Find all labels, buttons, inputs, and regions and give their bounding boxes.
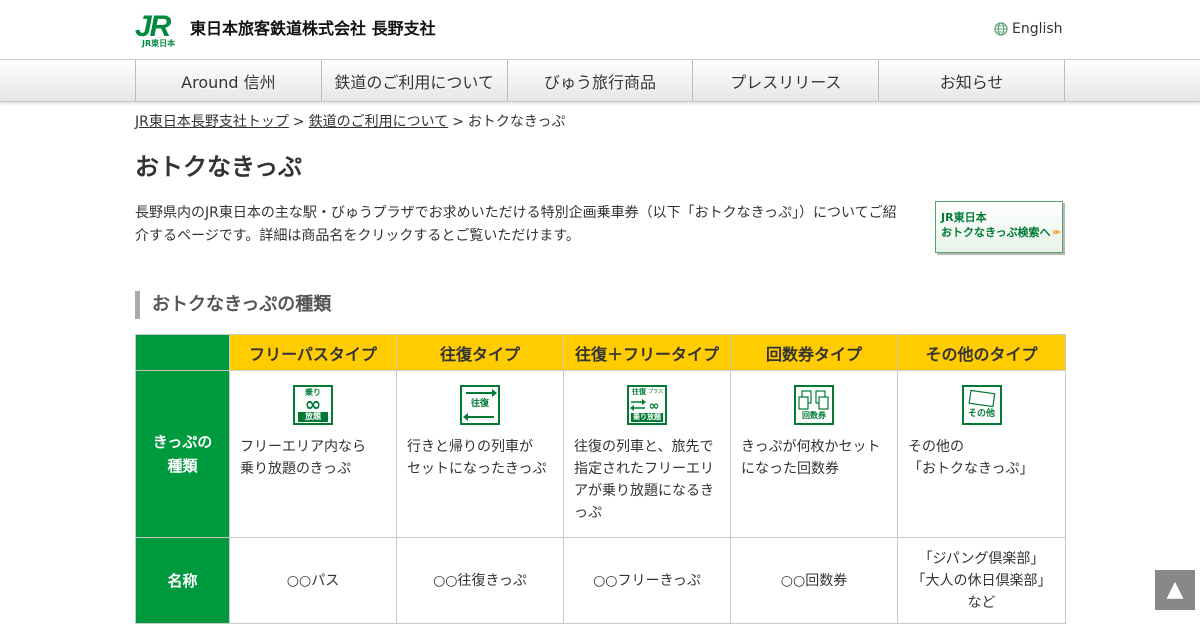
other-desc-line2: 「おトクなきっぷ」 bbox=[908, 461, 1034, 477]
page-top-button[interactable]: ▲ bbox=[1155, 570, 1195, 610]
col-header-other: その他のタイプ bbox=[897, 334, 1066, 371]
jr-logo[interactable]: JR JR東日本 bbox=[135, 10, 183, 49]
free-pass-icon-text-bottom: 放題 bbox=[298, 412, 328, 422]
type-cell-other: その他 その他の 「おトクなきっぷ」 bbox=[897, 370, 1066, 538]
nav-item-around-shinshu[interactable]: Around 信州 bbox=[136, 60, 322, 101]
jr-logo-subtext: JR東日本 bbox=[142, 39, 176, 48]
coupon-ticket-icon: 回数券 bbox=[794, 385, 834, 425]
row-header-type-line1: きっぷの bbox=[152, 433, 213, 451]
round-trip-desc-line1: 行きと帰りの列車が bbox=[407, 439, 533, 455]
col-header-free-pass: フリーパスタイプ bbox=[229, 334, 397, 371]
round-trip-free-desc-line1: 往復の列車と、旅先で bbox=[574, 439, 714, 455]
english-language-link[interactable]: English bbox=[994, 20, 1063, 38]
breadcrumb-link-top[interactable]: JR東日本長野支社トップ bbox=[135, 114, 289, 130]
arrow-left-icon bbox=[463, 413, 494, 421]
row-header-ticket-type: きっぷの 種類 bbox=[135, 370, 230, 538]
coupon-icon-text: 回数券 bbox=[802, 411, 826, 420]
svg-text:∞: ∞ bbox=[649, 399, 660, 412]
other-name-line3: など bbox=[967, 594, 996, 611]
global-nav: Around 信州 鉄道のご利用について びゅう旅行商品 プレスリリース お知ら… bbox=[0, 59, 1200, 102]
round-trip-free-desc-line4: っぷ bbox=[574, 505, 602, 521]
nav-item-railway-usage[interactable]: 鉄道のご利用について bbox=[322, 60, 508, 101]
english-label: English bbox=[1012, 21, 1063, 37]
breadcrumb: JR東日本長野支社トップ > 鉄道のご利用について > おトクなきっぷ bbox=[135, 113, 565, 131]
round-trip-free-desc-line2: 指定されたフリーエリ bbox=[574, 461, 714, 477]
coupon-desc-line1: きっぷが何枚かセット bbox=[741, 439, 881, 455]
nav-item-news[interactable]: お知らせ bbox=[879, 60, 1065, 101]
nav-item-view-travel[interactable]: びゅう旅行商品 bbox=[508, 60, 694, 101]
ticket-search-banner[interactable]: JR東日本 おトクなきっぷ検索へ »» bbox=[935, 201, 1063, 253]
section-heading: おトクなきっぷの種類 bbox=[135, 291, 331, 319]
ticket-card-icon bbox=[967, 389, 995, 408]
ticket-types-table: フリーパスタイプ 往復タイプ 往復＋フリータイプ 回数券タイプ その他のタイプ … bbox=[135, 334, 1066, 624]
other-ticket-icon: その他 bbox=[961, 385, 1002, 425]
name-cell-round-trip: ○○往復きっぷ bbox=[396, 537, 564, 624]
jr-logo-mark: JR bbox=[135, 10, 171, 43]
other-name-line1: 「ジパング倶楽部」 bbox=[918, 550, 1045, 567]
col-header-coupon: 回数券タイプ bbox=[730, 334, 898, 371]
site-header: JR JR東日本 東日本旅客鉄道株式会社 長野支社 English bbox=[0, 0, 1200, 60]
page-title: おトクなきっぷ bbox=[135, 153, 303, 181]
round-trip-free-icon-text-plus: プラス bbox=[648, 389, 663, 395]
other-name-line2: 「大人の休日倶楽部」 bbox=[911, 572, 1052, 589]
table-header-row: フリーパスタイプ 往復タイプ 往復＋フリータイプ 回数券タイプ その他のタイプ bbox=[135, 334, 1066, 371]
table-corner-cell bbox=[135, 334, 230, 371]
double-chevron-right-icon: »» bbox=[1051, 227, 1061, 238]
nav-item-press-release[interactable]: プレスリリース bbox=[693, 60, 880, 101]
table-row-name: 名称 ○○パス ○○往復きっぷ ○○フリーきっぷ ○○回数券 「ジパング倶楽部」… bbox=[135, 537, 1066, 624]
round-trip-desc-line2: セットになったきっぷ bbox=[407, 461, 547, 477]
arrow-right-icon bbox=[466, 389, 497, 397]
globe-icon bbox=[994, 22, 1008, 36]
name-cell-coupon: ○○回数券 bbox=[730, 537, 898, 624]
round-trip-free-desc-line3: アが乗り放題になるき bbox=[574, 483, 714, 499]
other-desc-line1: その他の bbox=[908, 439, 964, 455]
free-pass-desc-line1: フリーエリア内なら bbox=[240, 439, 366, 455]
search-banner-line2: おトクなきっぷ検索へ bbox=[941, 226, 1051, 239]
round-trip-icon: 往復 bbox=[460, 385, 500, 425]
breadcrumb-link-railway-usage[interactable]: 鉄道のご利用について bbox=[309, 114, 449, 130]
name-cell-other: 「ジパング倶楽部」 「大人の休日倶楽部」 など bbox=[897, 537, 1066, 624]
other-icon-text: その他 bbox=[967, 409, 995, 419]
row-header-type-line2: 種類 bbox=[167, 457, 198, 475]
corporate-name[interactable]: 東日本旅客鉄道株式会社 長野支社 bbox=[190, 18, 436, 40]
infinity-icon: ∞ bbox=[304, 392, 322, 416]
type-cell-free-pass: 乗り ∞ 放題 フリーエリア内なら 乗り放題のきっぷ bbox=[229, 370, 397, 538]
stacked-tickets-icon bbox=[798, 390, 829, 410]
name-cell-round-trip-free: ○○フリーきっぷ bbox=[563, 537, 731, 624]
round-trip-free-icon: 往復 プラス ∞ 乗り放題 bbox=[627, 385, 667, 425]
round-trip-icon-text: 往復 bbox=[470, 399, 489, 409]
breadcrumb-separator: > bbox=[452, 114, 464, 130]
two-way-arrows-icon: ∞ bbox=[630, 399, 660, 412]
col-header-round-trip-free: 往復＋フリータイプ bbox=[563, 334, 731, 371]
row-header-name: 名称 bbox=[135, 537, 230, 624]
table-row-ticket-type: きっぷの 種類 乗り ∞ 放題 フリーエリア内なら 乗り放題のきっぷ 往復 行き… bbox=[135, 370, 1066, 538]
type-cell-coupon: 回数券 きっぷが何枚かセット になった回数券 bbox=[730, 370, 898, 538]
breadcrumb-separator: > bbox=[292, 114, 305, 130]
col-header-round-trip: 往復タイプ bbox=[396, 334, 564, 371]
free-pass-desc-line2: 乗り放題のきっぷ bbox=[240, 461, 352, 477]
name-cell-free-pass: ○○パス bbox=[229, 537, 397, 624]
coupon-desc-line2: になった回数券 bbox=[741, 461, 839, 477]
round-trip-free-icon-text-top: 往復 bbox=[632, 388, 646, 396]
breadcrumb-current: おトクなきっぷ bbox=[467, 114, 566, 130]
type-cell-round-trip-free: 往復 プラス ∞ 乗り放題 往復の列車と、旅先で 指定されたフリーエリ アが乗り… bbox=[563, 370, 731, 538]
arrow-up-icon: ▲ bbox=[1166, 577, 1184, 602]
type-cell-round-trip: 往復 行きと帰りの列車が セットになったきっぷ bbox=[396, 370, 564, 538]
search-banner-line1: JR東日本 bbox=[941, 211, 987, 224]
round-trip-free-icon-text-bottom: 乗り放題 bbox=[631, 413, 663, 422]
intro-text: 長野県内のJR東日本の主な駅・びゅうプラザでお求めいただける特別企画乗車券（以下… bbox=[135, 205, 897, 244]
free-pass-icon: 乗り ∞ 放題 bbox=[293, 385, 333, 425]
